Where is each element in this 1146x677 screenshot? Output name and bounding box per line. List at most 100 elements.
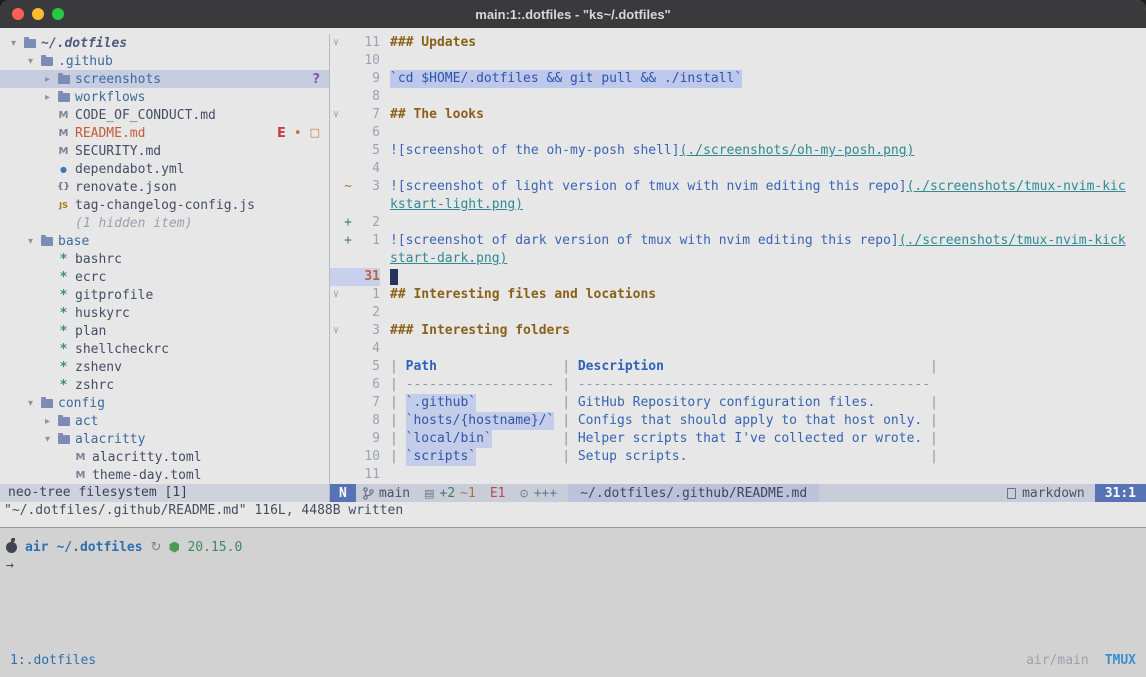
tree-item-screenshots[interactable]: ▸screenshots?: [0, 70, 329, 88]
tree-item-label: (1 hidden item): [72, 216, 192, 231]
expander-icon[interactable]: ▾: [23, 236, 38, 247]
fold-column: [330, 304, 342, 322]
expander-icon[interactable]: ▾: [23, 56, 38, 67]
fold-column: [330, 88, 342, 106]
line-text: [380, 466, 390, 484]
editor-line[interactable]: 8: [330, 88, 1146, 106]
expander-icon[interactable]: ▸: [40, 92, 55, 103]
editor-line[interactable]: 2: [330, 304, 1146, 322]
editor-line[interactable]: 9| `local/bin` | Helper scripts that I'v…: [330, 430, 1146, 448]
editor-line[interactable]: 6| ------------------- | ---------------…: [330, 376, 1146, 394]
tree-item-alacritty[interactable]: ▾alacritty: [0, 430, 329, 448]
tree-item-1-hidden-item[interactable]: (1 hidden item): [0, 214, 329, 232]
tmux-window-tab[interactable]: 1:.dotfiles: [10, 653, 96, 668]
gutter: ∨11: [330, 34, 380, 52]
traffic-lights: [12, 8, 64, 20]
shell-pane[interactable]: air ~/.dotfiles ↻ 20.15.0 →: [0, 528, 1146, 575]
expander-icon[interactable]: ▾: [40, 434, 55, 445]
gutter: 10: [330, 52, 380, 70]
shell-input-line[interactable]: →: [6, 557, 1146, 575]
tree-item-security-md[interactable]: MSECURITY.md: [0, 142, 329, 160]
tree-item-renovate-json[interactable]: {}renovate.json: [0, 178, 329, 196]
editor-pane[interactable]: ∨11### Updates109`cd $HOME/.dotfiles && …: [330, 34, 1146, 484]
editor-line[interactable]: 4: [330, 340, 1146, 358]
git-sign: [342, 124, 354, 142]
git-sign: [342, 52, 354, 70]
editor-line[interactable]: ∨3### Interesting folders: [330, 322, 1146, 340]
tree-item-alacritty-toml[interactable]: Malacritty.toml: [0, 448, 329, 466]
expander-icon[interactable]: ▸: [40, 74, 55, 85]
line-number: 9: [354, 430, 380, 448]
expander-icon[interactable]: ▸: [40, 416, 55, 427]
editor-line[interactable]: 5![screenshot of the oh-my-posh shell](.…: [330, 142, 1146, 160]
git-sign: [342, 448, 354, 466]
editor-line[interactable]: +2: [330, 214, 1146, 232]
tree-item-theme-day-toml[interactable]: Mtheme-day.toml: [0, 466, 329, 484]
line-number: 6: [354, 124, 380, 142]
editor-line[interactable]: 5| Path | Description |: [330, 358, 1146, 376]
editor-line[interactable]: 10: [330, 52, 1146, 70]
line-text: | Path | Description |: [380, 358, 938, 376]
tree-item-workflows[interactable]: ▸workflows: [0, 88, 329, 106]
editor-line[interactable]: kstart-light.png): [330, 196, 1146, 214]
zoom-button[interactable]: [52, 8, 64, 20]
diagnostics-error-count: E1: [490, 486, 506, 501]
tree-item-ecrc[interactable]: *ecrc: [0, 268, 329, 286]
tmux-right-status: air/main TMUX: [1026, 653, 1136, 668]
tree-item-github[interactable]: ▾.github: [0, 52, 329, 70]
neo-tree-file-tree[interactable]: ▾~/.dotfiles▾.github▸screenshots?▸workfl…: [0, 34, 330, 484]
tree-item-base[interactable]: ▾base: [0, 232, 329, 250]
tree-item-code-of-conduct-md[interactable]: MCODE_OF_CONDUCT.md: [0, 106, 329, 124]
editor-line[interactable]: ∨11### Updates: [330, 34, 1146, 52]
folder-icon: [38, 237, 55, 246]
line-text: | `hosts/{hostname}/` | Configs that sho…: [380, 412, 938, 430]
editor-line[interactable]: start-dark.png): [330, 250, 1146, 268]
tree-item-dependabot-yml[interactable]: ●dependabot.yml: [0, 160, 329, 178]
editor-line[interactable]: ∨1## Interesting files and locations: [330, 286, 1146, 304]
gutter: [330, 196, 380, 214]
editor-line[interactable]: 9`cd $HOME/.dotfiles && git pull && ./in…: [330, 70, 1146, 88]
editor-line[interactable]: +1![screenshot of dark version of tmux w…: [330, 232, 1146, 250]
gutter: 9: [330, 430, 380, 448]
line-number: 5: [354, 142, 380, 160]
tree-item-gitprofile[interactable]: *gitprofile: [0, 286, 329, 304]
fold-column: [330, 70, 342, 88]
tree-item-act[interactable]: ▸act: [0, 412, 329, 430]
editor-line[interactable]: 11: [330, 466, 1146, 484]
editor-line[interactable]: 6: [330, 124, 1146, 142]
tree-item-tag-changelog-config-js[interactable]: JStag-changelog-config.js: [0, 196, 329, 214]
editor-line[interactable]: ~3![screenshot of light version of tmux …: [330, 178, 1146, 196]
line-number: 4: [354, 340, 380, 358]
tree-item-readme-md[interactable]: MREADME.mdE•□: [0, 124, 329, 142]
fold-open-icon[interactable]: ∨: [330, 286, 342, 304]
fold-open-icon[interactable]: ∨: [330, 34, 342, 52]
tree-item-dotfiles[interactable]: ▾~/.dotfiles: [0, 34, 329, 52]
editor-line[interactable]: 7| `.github` | GitHub Repository configu…: [330, 394, 1146, 412]
tree-item-label: CODE_OF_CONDUCT.md: [72, 108, 216, 123]
syntax-segment: |: [390, 394, 406, 412]
editor-line[interactable]: ∨7## The looks: [330, 106, 1146, 124]
editor-line[interactable]: 10| `scripts` | Setup scripts. |: [330, 448, 1146, 466]
line-number: 8: [354, 88, 380, 106]
expander-icon[interactable]: ▾: [23, 398, 38, 409]
tree-item-config[interactable]: ▾config: [0, 394, 329, 412]
editor-line[interactable]: 8| `hosts/{hostname}/` | Configs that sh…: [330, 412, 1146, 430]
editor-line[interactable]: 31: [330, 268, 1146, 286]
syntax-segment: Description: [578, 358, 664, 376]
tree-item-zshenv[interactable]: *zshenv: [0, 358, 329, 376]
conf-icon: *: [55, 360, 72, 375]
diff-changed: ~1: [460, 486, 476, 501]
close-button[interactable]: [12, 8, 24, 20]
tree-item-plan[interactable]: *plan: [0, 322, 329, 340]
tree-item-zshrc[interactable]: *zshrc: [0, 376, 329, 394]
git-sign: +: [342, 214, 354, 232]
fold-open-icon[interactable]: ∨: [330, 106, 342, 124]
fold-open-icon[interactable]: ∨: [330, 322, 342, 340]
editor-line[interactable]: 4: [330, 160, 1146, 178]
line-number: 2: [354, 214, 380, 232]
tree-item-shellcheckrc[interactable]: *shellcheckrc: [0, 340, 329, 358]
expander-icon[interactable]: ▾: [6, 38, 21, 49]
minimize-button[interactable]: [32, 8, 44, 20]
tree-item-bashrc[interactable]: *bashrc: [0, 250, 329, 268]
tree-item-huskyrc[interactable]: *huskyrc: [0, 304, 329, 322]
